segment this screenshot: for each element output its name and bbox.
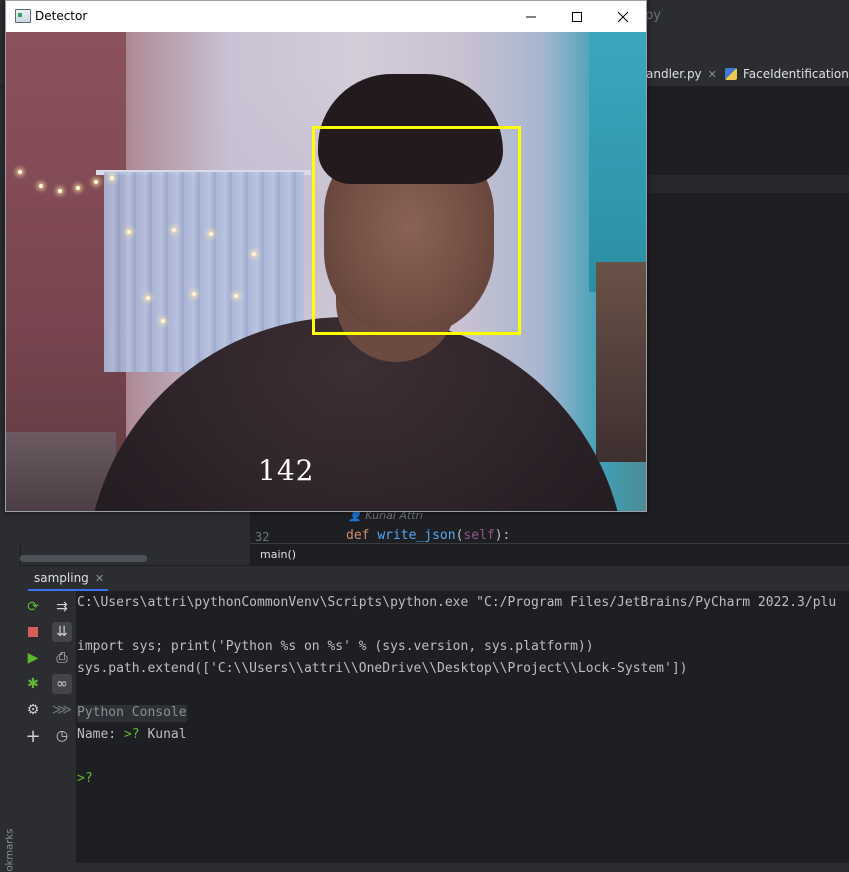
stop-icon[interactable] [23, 622, 43, 642]
history-icon[interactable]: ◷ [52, 726, 72, 746]
tab-label: andler.py [646, 67, 702, 81]
scroll-to-end-icon[interactable]: ⇊ [52, 622, 72, 642]
close-icon[interactable]: ✕ [95, 572, 104, 585]
settings-icon[interactable]: ⚙ [23, 700, 43, 720]
fairy-light [127, 230, 131, 234]
fairy-light [110, 176, 114, 180]
code-keyword: def [346, 528, 378, 542]
console-prompt[interactable]: >? [77, 771, 93, 788]
fairy-light [209, 232, 213, 236]
fairy-light [252, 252, 256, 256]
line-number: 32 [255, 530, 270, 544]
print-icon[interactable]: ⎙ [52, 648, 72, 668]
code-self: self [463, 528, 495, 542]
ide-title-fragment: py [645, 8, 661, 23]
app-icon [15, 9, 31, 23]
prompt-marker: >? [123, 727, 140, 742]
camera-feed: 142 [6, 32, 646, 511]
close-icon[interactable]: ✕ [708, 68, 717, 81]
tab-label: FaceIdentificationM [743, 67, 849, 81]
code-line[interactable]: def write_json(self): [346, 528, 510, 542]
console-line: import sys; print('Python %s on %s' % (s… [77, 639, 594, 654]
run-icon[interactable]: ▶ [23, 648, 43, 668]
run-tab-sampling[interactable]: sampling ✕ [34, 571, 104, 585]
fairy-light [76, 186, 80, 190]
python-file-icon [725, 68, 737, 80]
project-scrollbar[interactable] [20, 555, 147, 562]
soft-wrap-icon[interactable]: ⇉ [52, 597, 72, 617]
fairy-light [58, 189, 62, 193]
input-value: Kunal [147, 727, 187, 742]
python-console[interactable]: C:\Users\attri\pythonCommonVenv\Scripts\… [77, 591, 849, 863]
fairy-light [146, 296, 150, 300]
fairy-light [18, 170, 22, 174]
console-line: C:\Users\attri\pythonCommonVenv\Scripts\… [77, 595, 837, 610]
add-icon[interactable]: + [23, 726, 43, 747]
show-variables-icon[interactable]: ∞ [52, 674, 72, 694]
breadcrumb: main() [250, 543, 849, 566]
console-toolbar-secondary: ⇉ ⇊ ⎙ ∞ ⋙ ◷ [48, 591, 77, 863]
prompt-marker: >? [77, 771, 93, 786]
console-toolbar-primary: ⟳ ▶ ✱ ⚙ + [20, 591, 48, 863]
minimize-icon [526, 16, 536, 17]
fairy-light [94, 180, 98, 184]
code-tail: ): [494, 528, 511, 542]
run-panel-header: sampling ✕ [20, 565, 849, 592]
camera-teal-wall [589, 32, 646, 292]
tab-face-identification[interactable]: FaceIdentificationM [725, 64, 849, 84]
maximize-button[interactable] [554, 1, 600, 32]
maximize-icon [572, 11, 582, 22]
console-header: Python Console [77, 705, 187, 722]
camera-shelf [596, 262, 646, 462]
fairy-light [39, 184, 43, 188]
rerun-icon[interactable]: ⟳ [23, 597, 43, 617]
frame-counter: 142 [258, 454, 315, 487]
window-titlebar[interactable]: Detector [6, 1, 646, 32]
console-line: sys.path.extend(['C:\\Users\\attri\\OneD… [77, 661, 688, 676]
console-input-line: Name: >? Kunal [77, 727, 187, 744]
fairy-light [192, 292, 196, 296]
fairy-light [172, 228, 176, 232]
execute-icon[interactable]: ⋙ [52, 700, 72, 720]
run-tab-label: sampling [34, 571, 89, 585]
fairy-light [234, 294, 238, 298]
minimize-button[interactable] [508, 1, 554, 32]
fairy-light [161, 319, 165, 323]
debug-icon[interactable]: ✱ [23, 674, 43, 694]
prompt-label: Name: [77, 727, 124, 742]
tab-handler[interactable]: andler.py ✕ [646, 64, 717, 84]
code-function-name: write_json [377, 528, 456, 542]
detector-window[interactable]: Detector 142 [5, 0, 647, 512]
close-icon [617, 11, 629, 22]
close-button[interactable] [600, 1, 646, 32]
window-title: Detector [35, 9, 88, 23]
face-detection-box [312, 126, 521, 335]
breadcrumb-item[interactable]: main() [260, 548, 296, 561]
